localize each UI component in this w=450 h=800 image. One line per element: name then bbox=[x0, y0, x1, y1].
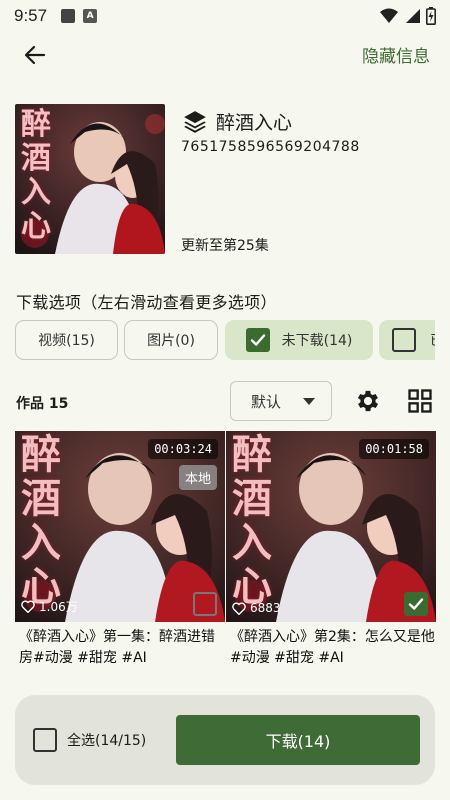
chip-downloaded[interactable]: 已 bbox=[379, 320, 435, 360]
drama-title-row: 醉酒入心 bbox=[182, 108, 292, 135]
status-bar: 9:57 A bbox=[0, 0, 450, 32]
episode-card[interactable]: 醉酒入心 00:01:58 6883 《醉酒入心》第2集：怎么又是他#动漫 #甜… bbox=[226, 431, 436, 669]
chip-not-downloaded[interactable]: 未下载(14) bbox=[225, 320, 373, 360]
drama-title: 醉酒入心 bbox=[216, 112, 293, 134]
drama-cover-image: 醉酒入心 bbox=[15, 104, 165, 254]
sort-dropdown[interactable]: 默认 bbox=[230, 381, 332, 421]
signal-icon bbox=[406, 9, 420, 23]
heart-icon bbox=[232, 602, 246, 615]
chip-video[interactable]: 视频(15) bbox=[15, 320, 118, 360]
download-options-chips: 视频(15) 图片(0) 未下载(14) 已 bbox=[15, 320, 435, 362]
drama-id: 7651758596569204788 bbox=[181, 139, 360, 155]
episode-thumbnail: 醉酒入心 00:03:24 本地 1.06万 bbox=[15, 431, 225, 622]
bottom-action-bar: 全选(14/15) 下载(14) bbox=[15, 695, 435, 785]
thumbnail-cover-text: 醉酒入心 bbox=[21, 431, 61, 610]
duration-badge: 00:01:58 bbox=[359, 439, 429, 459]
status-time: 9:57 bbox=[14, 6, 48, 25]
likes-count: 6883 bbox=[232, 601, 281, 615]
select-all-label: 全选(14/15) bbox=[67, 733, 147, 749]
arrow-left-icon bbox=[24, 45, 46, 65]
episode-thumbnail: 醉酒入心 00:01:58 6883 bbox=[226, 431, 436, 622]
battery-icon bbox=[426, 7, 436, 25]
chip-video-label: 视频(15) bbox=[38, 333, 95, 349]
thumbnail-cover-text: 醉酒入心 bbox=[232, 431, 272, 610]
works-count: 作品 15 bbox=[16, 396, 69, 412]
card-checkbox[interactable] bbox=[193, 592, 217, 616]
chip-image-label: 图片(0) bbox=[147, 333, 195, 349]
chip-image[interactable]: 图片(0) bbox=[124, 320, 218, 360]
card-checkbox[interactable] bbox=[404, 592, 428, 616]
cover-title-text: 醉酒入心 bbox=[21, 107, 51, 244]
likes-value: 1.06万 bbox=[39, 600, 78, 614]
chip-downloaded-label: 已 bbox=[430, 330, 435, 350]
wifi-icon bbox=[380, 8, 398, 23]
download-button[interactable]: 下载(14) bbox=[176, 715, 420, 765]
sort-value: 默认 bbox=[251, 392, 282, 411]
grid-icon bbox=[408, 389, 432, 413]
likes-value: 6883 bbox=[250, 601, 281, 615]
local-badge: 本地 bbox=[178, 465, 217, 490]
select-all-checkbox[interactable]: 全选(14/15) bbox=[33, 728, 146, 752]
top-bar: 隐藏信息 bbox=[0, 32, 450, 76]
layers-icon bbox=[184, 110, 206, 133]
notification-icon bbox=[61, 9, 76, 23]
download-options-title: 下载选项（左右滑动查看更多选项） bbox=[16, 293, 277, 312]
duration-badge: 00:03:24 bbox=[148, 439, 218, 459]
update-status: 更新至第25集 bbox=[181, 238, 269, 254]
chip-not-downloaded-label: 未下载(14) bbox=[281, 333, 353, 349]
keyboard-icon: A bbox=[83, 9, 98, 23]
episode-caption: 《醉酒入心》第2集：怎么又是他#动漫 #甜宠 #AI bbox=[230, 629, 435, 666]
checkbox-empty-icon bbox=[33, 728, 57, 752]
settings-button[interactable] bbox=[354, 387, 382, 415]
episode-card[interactable]: 醉酒入心 00:03:24 本地 1.06万 《醉酒入心》第一集：醉酒进错房#动… bbox=[15, 431, 225, 669]
heart-icon bbox=[21, 600, 35, 613]
likes-count: 1.06万 bbox=[21, 598, 78, 615]
checkbox-empty-icon bbox=[392, 328, 416, 352]
check-icon bbox=[408, 598, 424, 610]
chevron-down-icon bbox=[303, 398, 315, 405]
hide-info-button[interactable]: 隐藏信息 bbox=[362, 42, 430, 67]
gear-icon bbox=[357, 390, 379, 412]
checkbox-checked-icon bbox=[245, 328, 270, 352]
grid-view-button[interactable] bbox=[406, 387, 434, 415]
episode-caption: 《醉酒入心》第一集：醉酒进错房#动漫 #甜宠 #AI bbox=[19, 629, 215, 666]
back-button[interactable] bbox=[18, 38, 52, 72]
